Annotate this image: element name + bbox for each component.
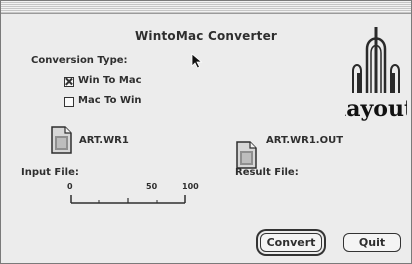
result-file-icon[interactable] [234,141,258,169]
quit-button[interactable]: Quit [343,233,401,252]
convert-button[interactable]: Convert [260,233,322,252]
mac-to-win-label[interactable]: Mac To Win [78,95,142,106]
win-to-mac-label[interactable]: Win To Mac [78,75,142,86]
mac-to-win-checkbox[interactable] [64,97,74,107]
input-file-name: ART.WR1 [79,135,129,146]
slider-min-label: 0 [67,182,73,191]
mouse-cursor-icon [191,53,203,69]
slider-mid-label: 50 [146,182,158,191]
result-file-name: ART.WR1.OUT [266,135,344,146]
result-file-label: Result File: [235,167,299,178]
input-file-icon[interactable] [49,126,73,154]
converter-window: WintoMac Converter Conversion Type: Win … [0,0,412,264]
win-to-mac-checkbox[interactable] [64,77,74,87]
title-bar[interactable] [1,1,411,14]
input-file-label: Input File: [21,167,79,178]
progress-slider[interactable] [70,194,186,206]
layout-logo-icon: layout [345,27,407,122]
conversion-type-label: Conversion Type: [31,55,128,66]
logo-wordmark: layout [345,96,407,122]
slider-max-label: 100 [182,182,199,191]
